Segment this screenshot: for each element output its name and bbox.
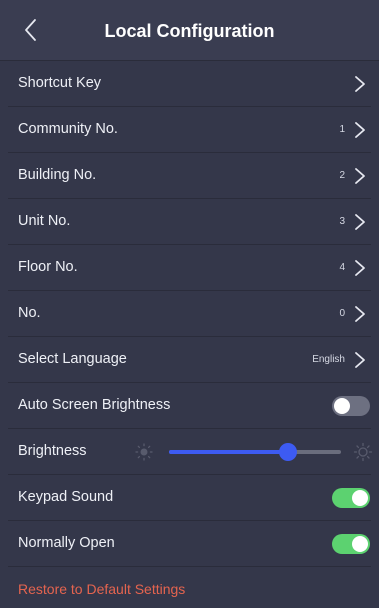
unit-no-label: Unit No. xyxy=(18,213,71,229)
brightness-slider xyxy=(132,429,373,474)
toggle-knob xyxy=(334,398,350,414)
chevron-right-icon xyxy=(353,304,367,324)
restore-default-settings-button[interactable]: Restore to Default Settings xyxy=(18,567,185,608)
toggle-knob xyxy=(352,490,368,506)
back-button[interactable] xyxy=(16,14,48,46)
auto-screen-brightness-row: Auto Screen Brightness xyxy=(8,383,371,429)
no-label: No. xyxy=(18,305,41,321)
community-no-label: Community No. xyxy=(18,121,118,137)
chevron-right-icon xyxy=(353,258,367,278)
brightness-high-icon xyxy=(353,442,373,462)
page-title: Local Configuration xyxy=(104,21,275,41)
community-no-row[interactable]: Community No. 1 xyxy=(8,107,371,153)
shortcut-key-label: Shortcut Key xyxy=(18,75,102,91)
normally-open-row: Normally Open xyxy=(8,521,371,567)
settings-list: Shortcut Key Community No. 1 Building No… xyxy=(0,61,379,608)
chevron-right-icon xyxy=(353,166,367,186)
shortcut-key-row[interactable]: Shortcut Key xyxy=(8,61,371,107)
unit-no-value: 3 xyxy=(339,216,345,227)
chevron-right-icon xyxy=(353,350,367,370)
select-language-row[interactable]: Select Language English xyxy=(8,337,371,383)
select-language-label: Select Language xyxy=(18,351,127,367)
chevron-left-icon xyxy=(25,19,36,41)
toggle-knob xyxy=(352,536,368,552)
chevron-right-icon xyxy=(353,74,367,94)
brightness-slider-fill xyxy=(169,450,288,454)
brightness-row: Brightness xyxy=(8,429,373,475)
auto-screen-brightness-label: Auto Screen Brightness xyxy=(18,397,171,413)
building-no-value: 2 xyxy=(339,170,345,181)
keypad-sound-label: Keypad Sound xyxy=(18,489,114,505)
building-no-label: Building No. xyxy=(18,167,97,183)
floor-no-value: 4 xyxy=(339,262,345,273)
local-configuration-screen: Local Configuration Shortcut Key Communi… xyxy=(0,0,379,608)
keypad-sound-row: Keypad Sound xyxy=(8,475,371,521)
chevron-right-icon xyxy=(353,212,367,232)
normally-open-label: Normally Open xyxy=(18,535,115,551)
header-bar: Local Configuration xyxy=(0,0,379,61)
no-row[interactable]: No. 0 xyxy=(8,291,371,337)
building-no-row[interactable]: Building No. 2 xyxy=(8,153,371,199)
floor-no-label: Floor No. xyxy=(18,259,78,275)
select-language-value: English xyxy=(312,354,345,365)
restore-row: Restore to Default Settings xyxy=(8,567,371,608)
keypad-sound-toggle[interactable] xyxy=(332,488,370,508)
no-value: 0 xyxy=(339,308,345,319)
brightness-low-icon xyxy=(134,442,154,462)
auto-screen-brightness-toggle[interactable] xyxy=(332,396,370,416)
floor-no-row[interactable]: Floor No. 4 xyxy=(8,245,371,291)
normally-open-toggle[interactable] xyxy=(332,534,370,554)
brightness-label: Brightness xyxy=(18,443,87,459)
brightness-slider-thumb[interactable] xyxy=(278,443,297,461)
community-no-value: 1 xyxy=(339,124,345,135)
chevron-right-icon xyxy=(353,120,367,140)
unit-no-row[interactable]: Unit No. 3 xyxy=(8,199,371,245)
brightness-slider-track[interactable] xyxy=(169,443,341,461)
